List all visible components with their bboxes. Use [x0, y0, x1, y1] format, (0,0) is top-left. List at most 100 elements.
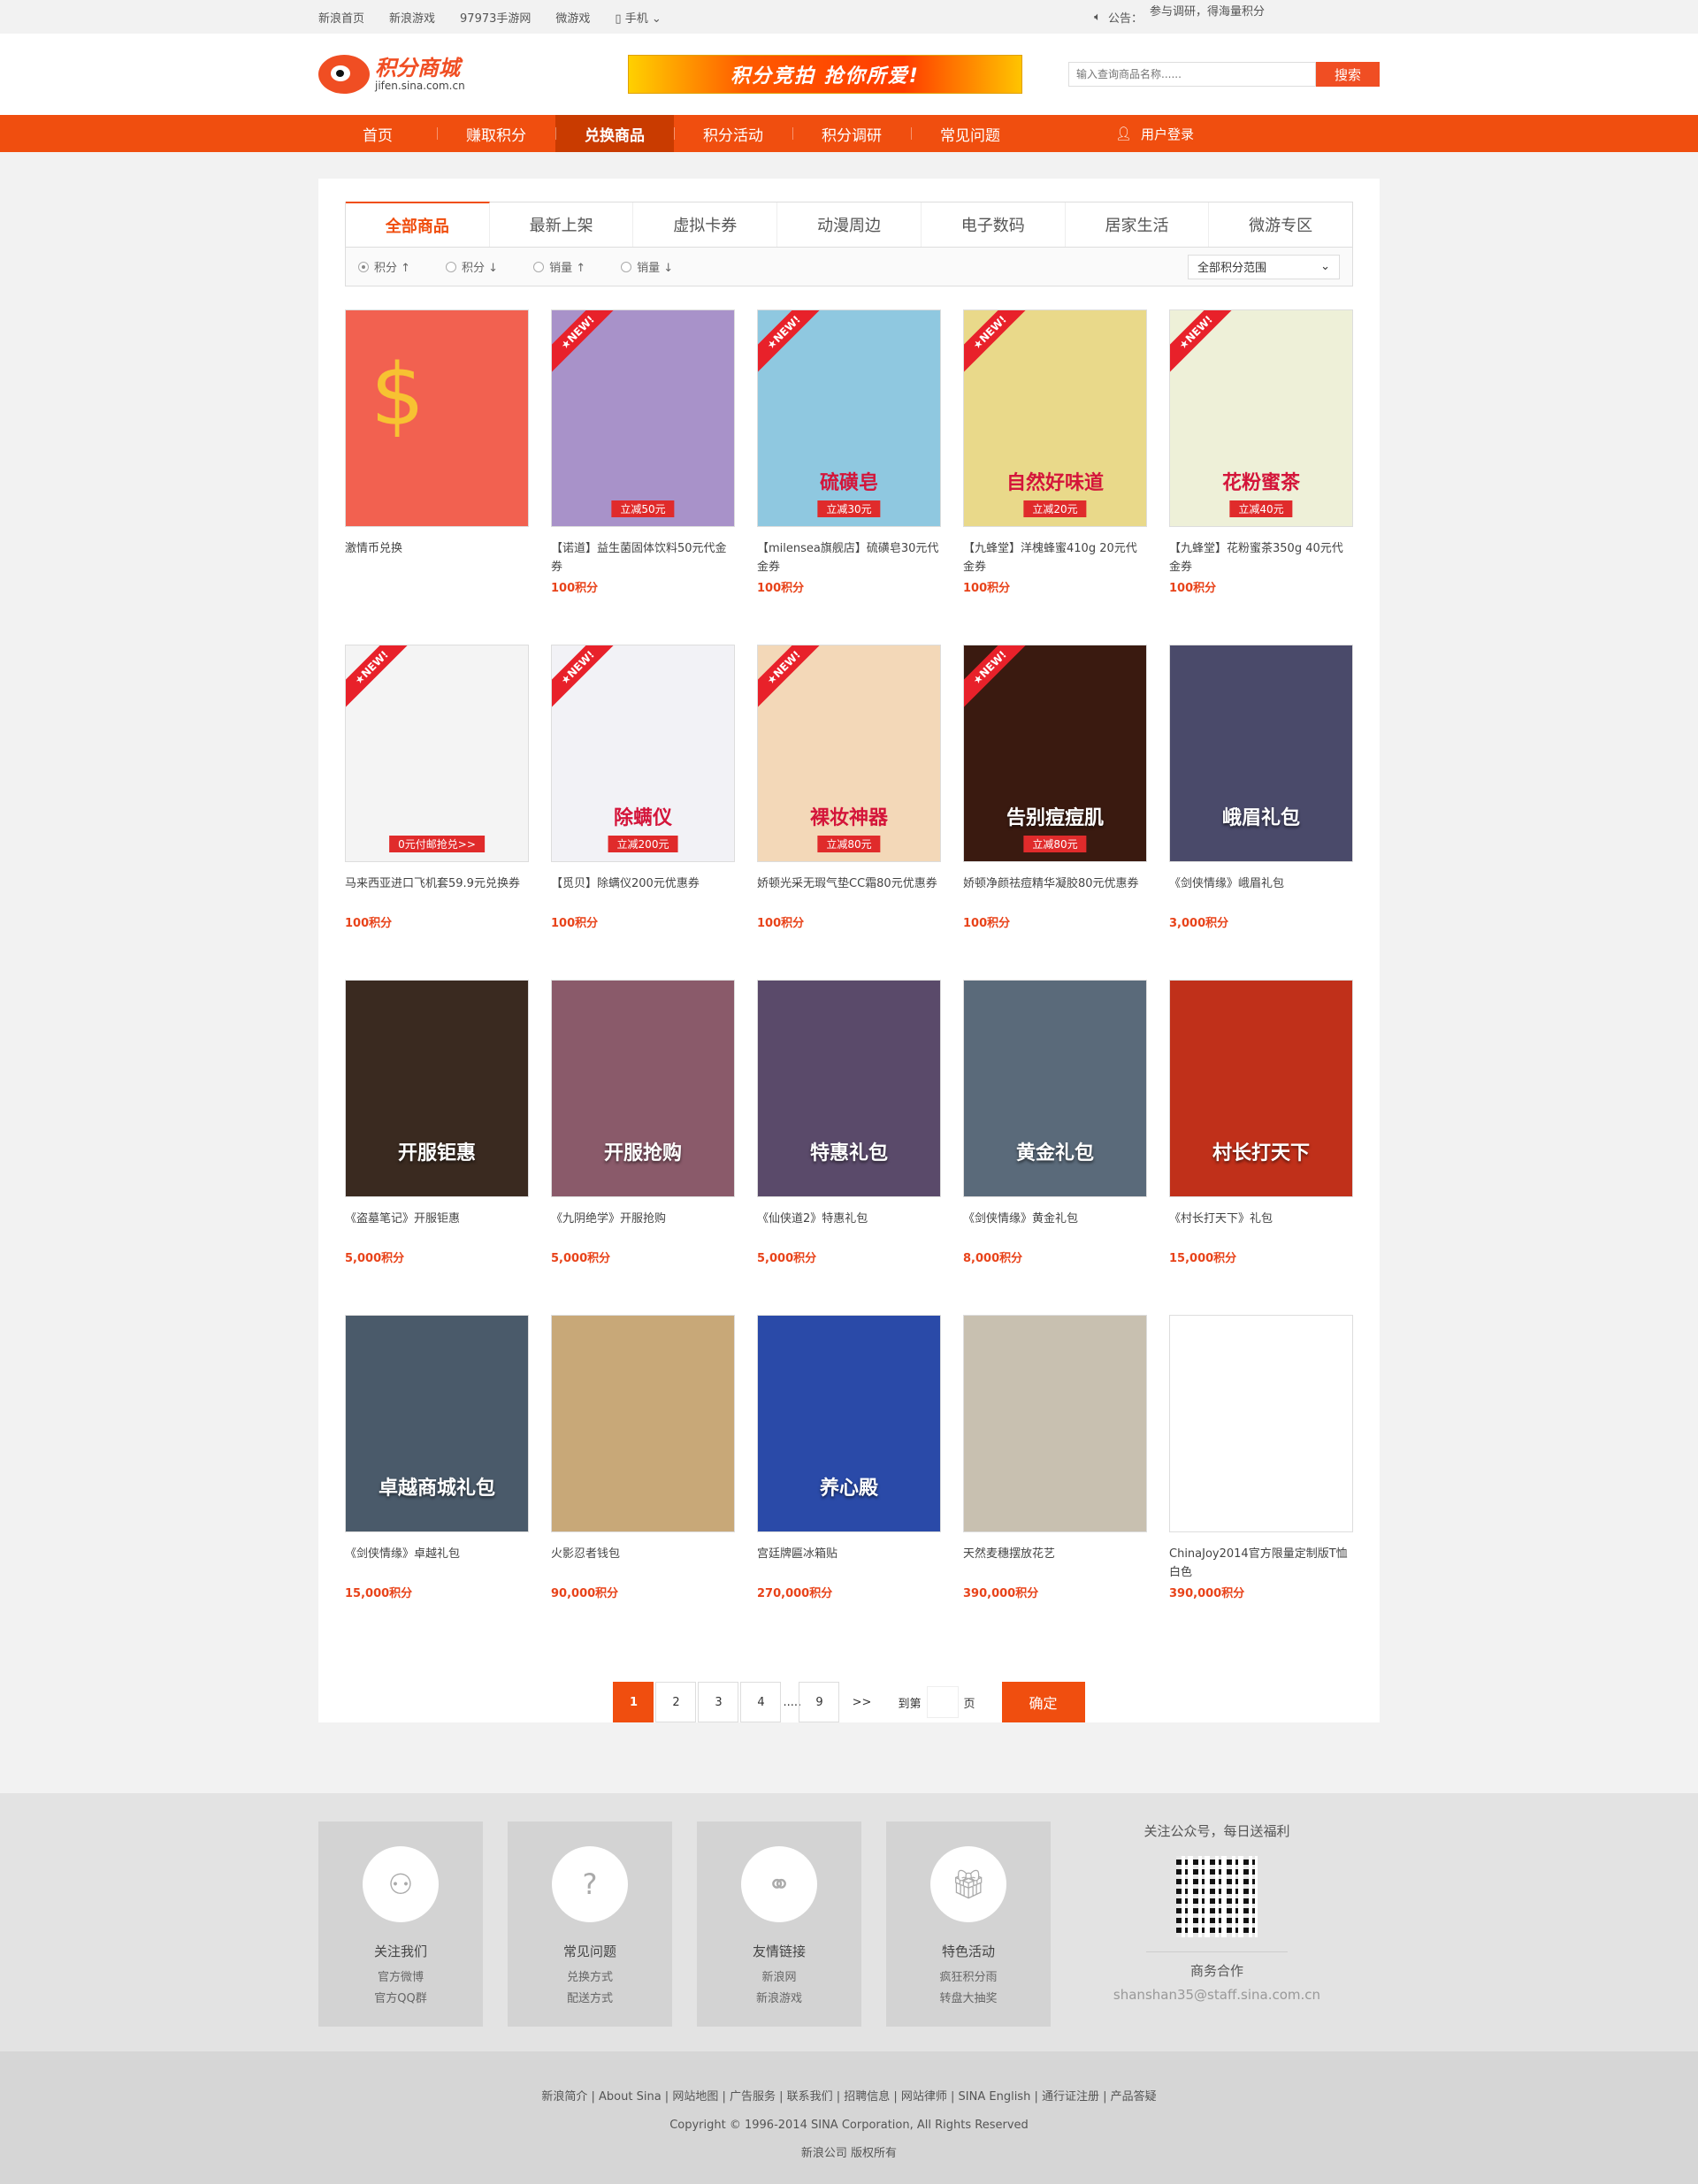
footer-link[interactable]: 配送方式: [567, 1989, 613, 2010]
product-image[interactable]: ★NEW! 裸妆神器 立减80元: [757, 645, 941, 862]
footer-bottom-links[interactable]: 新浪简介 | About Sina | 网站地图 | 广告服务 | 联系我们 |…: [0, 2083, 1698, 2111]
product-name[interactable]: 《剑侠情缘》黄金礼包: [963, 1210, 1147, 1247]
tab-new[interactable]: 最新上架: [490, 202, 634, 247]
footer-link[interactable]: 兑换方式: [567, 1967, 613, 1989]
product-card[interactable]: 卓越商城礼包 《剑侠情缘》卓越礼包 15,000积分: [345, 1315, 529, 1650]
product-card[interactable]: ★NEW! 花粉蜜茶 立减40元 【九蜂堂】花粉蜜茶350g 40元代金券 100积…: [1169, 309, 1353, 645]
footer-link[interactable]: 官方微博: [378, 1967, 424, 1989]
tab-anime[interactable]: 动漫周边: [777, 202, 922, 247]
product-card[interactable]: 养心殿 宫廷牌匾冰箱贴 270,000积分: [757, 1315, 941, 1650]
product-image[interactable]: [963, 1315, 1147, 1532]
search-button[interactable]: 搜索: [1316, 62, 1380, 87]
sort-points-asc[interactable]: 积分 ↑: [358, 258, 410, 275]
top-link-mobile[interactable]: ▯ 手机 ⌄: [615, 9, 661, 26]
footer-link[interactable]: 转盘大抽奖: [939, 1989, 997, 2010]
nav-exchange[interactable]: 兑换商品: [555, 115, 674, 152]
nav-faq[interactable]: 常见问题: [911, 115, 1029, 152]
footer-link[interactable]: 新浪游戏: [756, 1989, 802, 2010]
sort-points-desc[interactable]: 积分 ↓: [446, 258, 498, 275]
product-name[interactable]: 宫廷牌匾冰箱贴: [757, 1545, 941, 1582]
product-name[interactable]: 激情币兑换: [345, 539, 529, 577]
product-name[interactable]: ChinaJoy2014官方限量定制版T恤白色: [1169, 1545, 1353, 1582]
tab-digital[interactable]: 电子数码: [922, 202, 1066, 247]
product-card[interactable]: $ 激情币兑换: [345, 309, 529, 645]
product-name[interactable]: 娇顿光采无瑕气垫CC霜80元优惠券: [757, 874, 941, 912]
product-card[interactable]: ★NEW! 裸妆神器 立减80元 娇顿光采无瑕气垫CC霜80元优惠券 100积分: [757, 645, 941, 980]
product-card[interactable]: 峨眉礼包 《剑侠情缘》峨眉礼包 3,000积分: [1169, 645, 1353, 980]
page-1[interactable]: 1: [613, 1682, 654, 1722]
biz-email[interactable]: shanshan35@staff.sina.com.cn: [1113, 1987, 1320, 2003]
sort-sales-asc[interactable]: 销量 ↑: [533, 258, 585, 275]
product-image[interactable]: ★NEW! 0元付邮抢兑>>: [345, 645, 529, 862]
search-input[interactable]: [1068, 62, 1316, 87]
product-name[interactable]: 【九蜂堂】花粉蜜茶350g 40元代金券: [1169, 539, 1353, 577]
top-link-sina-home[interactable]: 新浪首页: [318, 9, 364, 26]
product-image[interactable]: [551, 1315, 735, 1532]
product-image[interactable]: ★NEW! 自然好味道 立减20元: [963, 309, 1147, 527]
product-image[interactable]: ★NEW! 立减50元: [551, 309, 735, 527]
product-name[interactable]: 【九蜂堂】洋槐蜂蜜410g 20元代金券: [963, 539, 1147, 577]
nav-activities[interactable]: 积分活动: [674, 115, 792, 152]
product-card[interactable]: ★NEW! 除螨仪 立减200元 【觅贝】除螨仪200元优惠券 100积分: [551, 645, 735, 980]
product-card[interactable]: ★NEW! 0元付邮抢兑>> 马来西亚进口飞机套59.9元兑换券 100积分: [345, 645, 529, 980]
product-card[interactable]: ★NEW! 自然好味道 立减20元 【九蜂堂】洋槐蜂蜜410g 20元代金券 100…: [963, 309, 1147, 645]
footer-link[interactable]: 官方QQ群: [374, 1989, 426, 2010]
product-name[interactable]: 火影忍者钱包: [551, 1545, 735, 1582]
product-card[interactable]: 开服抢购 《九阴绝学》开服抢购 5,000积分: [551, 980, 735, 1315]
product-image[interactable]: 村长打天下: [1169, 980, 1353, 1197]
product-card[interactable]: ★NEW! 硫磺皂 立减30元 【milensea旗舰店】硫磺皂30元代金券 100…: [757, 309, 941, 645]
top-link-micro-games[interactable]: 微游戏: [555, 9, 590, 26]
product-image[interactable]: 黄金礼包: [963, 980, 1147, 1197]
tab-micro-games[interactable]: 微游专区: [1209, 202, 1352, 247]
login-link[interactable]: 👤︎ 用户登录: [1115, 115, 1194, 152]
product-name[interactable]: 马来西亚进口飞机套59.9元兑换券: [345, 874, 529, 912]
product-image[interactable]: 开服钜惠: [345, 980, 529, 1197]
footer-link[interactable]: 疯狂积分雨: [939, 1967, 997, 1989]
product-name[interactable]: 【觅贝】除螨仪200元优惠券: [551, 874, 735, 912]
product-image[interactable]: 养心殿: [757, 1315, 941, 1532]
tab-all[interactable]: 全部商品: [346, 202, 490, 247]
product-card[interactable]: 火影忍者钱包 90,000积分: [551, 1315, 735, 1650]
product-card[interactable]: ★NEW! 告别痘痘肌 立减80元 娇顿净颜祛痘精华凝胶80元优惠券 100积分: [963, 645, 1147, 980]
product-image[interactable]: $: [345, 309, 529, 527]
product-name[interactable]: 《盗墓笔记》开服钜惠: [345, 1210, 529, 1247]
top-link-97973[interactable]: 97973手游网: [460, 9, 531, 26]
product-card[interactable]: 天然麦穗摆放花艺 390,000积分: [963, 1315, 1147, 1650]
page-9[interactable]: 9: [799, 1682, 840, 1722]
next-page-button[interactable]: >>: [841, 1682, 882, 1722]
site-logo[interactable]: 积分商城 jifen.sina.com.cn: [318, 55, 628, 94]
product-image[interactable]: [1169, 1315, 1353, 1532]
product-image[interactable]: 峨眉礼包: [1169, 645, 1353, 862]
page-2[interactable]: 2: [655, 1682, 697, 1722]
goto-page-input[interactable]: [926, 1686, 959, 1718]
page-3[interactable]: 3: [698, 1682, 739, 1722]
footer-link[interactable]: 新浪网: [761, 1967, 796, 1989]
product-card[interactable]: 开服钜惠 《盗墓笔记》开服钜惠 5,000积分: [345, 980, 529, 1315]
sort-sales-desc[interactable]: 销量 ↓: [621, 258, 673, 275]
product-card[interactable]: 特惠礼包 《仙侠道2》特惠礼包 5,000积分: [757, 980, 941, 1315]
product-card[interactable]: ★NEW! 立减50元 【诺道】益生菌固体饮料50元代金券 100积分: [551, 309, 735, 645]
product-image[interactable]: ★NEW! 硫磺皂 立减30元: [757, 309, 941, 527]
product-image[interactable]: ★NEW! 除螨仪 立减200元: [551, 645, 735, 862]
page-4[interactable]: 4: [740, 1682, 782, 1722]
product-name[interactable]: 《九阴绝学》开服抢购: [551, 1210, 735, 1247]
product-name[interactable]: 【milensea旗舰店】硫磺皂30元代金券: [757, 539, 941, 577]
tab-home[interactable]: 居家生活: [1066, 202, 1210, 247]
nav-home[interactable]: 首页: [318, 115, 437, 152]
product-name[interactable]: 《仙侠道2》特惠礼包: [757, 1210, 941, 1247]
product-name[interactable]: 【诺道】益生菌固体饮料50元代金券: [551, 539, 735, 577]
product-card[interactable]: ChinaJoy2014官方限量定制版T恤白色 390,000积分: [1169, 1315, 1353, 1650]
points-range-select[interactable]: 全部积分范围 ⌄: [1188, 254, 1340, 279]
product-image[interactable]: ★NEW! 告别痘痘肌 立减80元: [963, 645, 1147, 862]
nav-earn-points[interactable]: 赚取积分: [437, 115, 555, 152]
product-name[interactable]: 《剑侠情缘》卓越礼包: [345, 1545, 529, 1582]
notice-text[interactable]: 参与调研，得海量积分: [1150, 2, 1265, 19]
product-name[interactable]: 《剑侠情缘》峨眉礼包: [1169, 874, 1353, 912]
product-image[interactable]: 特惠礼包: [757, 980, 941, 1197]
product-card[interactable]: 黄金礼包 《剑侠情缘》黄金礼包 8,000积分: [963, 980, 1147, 1315]
nav-survey[interactable]: 积分调研: [792, 115, 911, 152]
product-image[interactable]: 开服抢购: [551, 980, 735, 1197]
tab-virtual[interactable]: 虚拟卡券: [633, 202, 778, 247]
product-name[interactable]: 《村长打天下》礼包: [1169, 1210, 1353, 1247]
product-name[interactable]: 天然麦穗摆放花艺: [963, 1545, 1147, 1582]
